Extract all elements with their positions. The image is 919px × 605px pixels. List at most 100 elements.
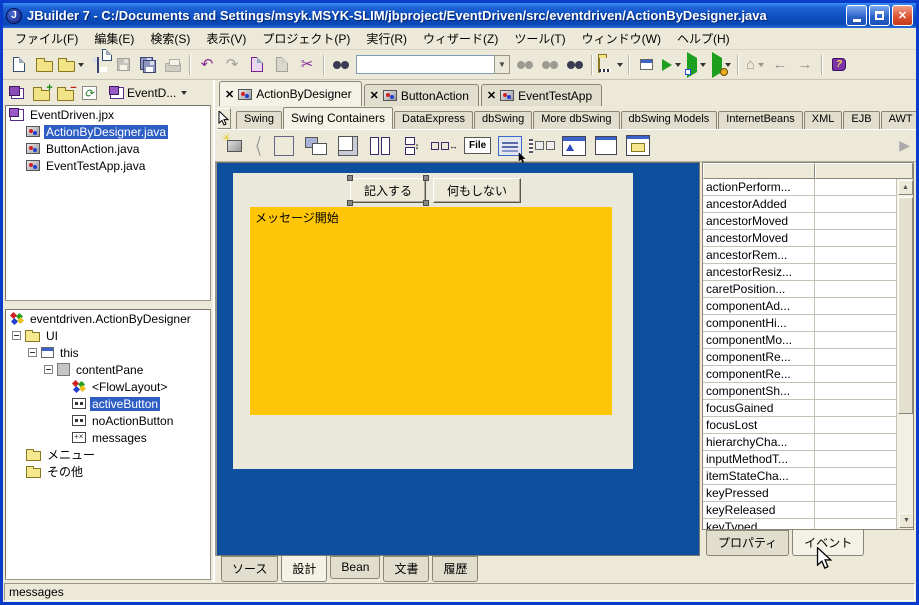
palette-item-panel[interactable] [271,133,297,159]
close-tab-icon[interactable]: ✕ [225,88,234,101]
structure-node-this[interactable]: this [6,344,210,361]
structure-node-class[interactable]: eventdriven.ActionByDesigner [6,310,210,327]
palette-tab-dbswing[interactable]: dbSwing [474,111,533,129]
menu-file[interactable]: ファイル(F) [7,28,86,49]
structure-node-ui[interactable]: UI [6,327,210,344]
event-row[interactable]: ancestorResiz... [703,264,913,281]
cut-button[interactable]: ✂ [295,53,319,77]
project-root-node[interactable]: EventDriven.jpx [6,106,210,123]
selection-tool-button[interactable] [217,108,231,129]
tab-properties[interactable]: プロパティ [706,530,790,556]
selection-handle[interactable] [423,175,429,181]
event-row[interactable]: hierarchyCha... [703,434,913,451]
search-input[interactable] [356,55,494,74]
palette-tab-more-dbswing[interactable]: More dbSwing [533,111,620,129]
event-row[interactable]: actionPerform... [703,179,913,196]
open-button[interactable] [32,53,56,77]
event-row[interactable]: focusGained [703,400,913,417]
palette-tab-awt[interactable]: AWT [880,111,916,129]
event-row[interactable]: componentMo... [703,332,913,349]
event-row[interactable]: componentSh... [703,383,913,400]
selection-handle[interactable] [347,200,353,206]
tab-source[interactable]: ソース [221,556,279,582]
find-next-button[interactable] [513,53,537,77]
copy-button[interactable] [245,53,269,77]
palette-item-toolbar[interactable] [497,133,526,163]
event-row[interactable]: ancestorRem... [703,247,913,264]
event-row[interactable]: ancestorAdded [703,196,913,213]
event-row[interactable]: caretPosition... [703,281,913,298]
expander-icon[interactable] [28,348,37,357]
maximize-button[interactable] [869,5,890,26]
event-row[interactable]: keyTyped [703,519,913,529]
optimize-button[interactable] [709,51,733,78]
event-table-scrollbar[interactable]: ▲ ▼ [896,179,913,529]
palette-item-color-chooser[interactable] [593,133,619,159]
make-project-button[interactable] [597,53,624,77]
palette-tab-internetbeans[interactable]: InternetBeans [718,111,803,129]
scroll-up-button[interactable]: ▲ [898,180,913,195]
expander-icon[interactable] [12,331,21,340]
event-row[interactable]: componentAd... [703,298,913,315]
event-row[interactable]: componentRe... [703,349,913,366]
event-value-column-header[interactable] [815,163,913,179]
palette-tab-xml[interactable]: XML [803,111,843,129]
event-row[interactable]: componentHi... [703,315,913,332]
close-tab-icon[interactable]: ✕ [487,89,496,102]
palette-item-split-pane[interactable] [367,133,393,159]
palette-item-scroll-pane[interactable] [335,133,361,159]
menu-project[interactable]: プロジェクト(P) [254,28,358,49]
reopen-dropdown-button[interactable] [57,53,85,77]
structure-node-flowlayout[interactable]: <FlowLayout> [6,378,210,395]
structure-node-activebutton[interactable]: activeButton [6,395,210,412]
find-in-path-button[interactable] [563,53,587,77]
project-selector[interactable]: EventD... [107,85,190,101]
designer-content-pane[interactable]: 記入する 何もしない メッセージ開始 [233,173,633,469]
find-button[interactable] [329,53,353,77]
remove-files-button[interactable] [55,82,77,103]
selection-handle[interactable] [347,175,353,181]
event-row[interactable]: keyReleased [703,502,913,519]
palette-tab-ejb[interactable]: EJB [843,111,880,129]
add-files-button[interactable] [31,82,53,103]
redo-button[interactable]: ↷ [220,53,244,77]
refresh-button[interactable]: ⟳ [79,83,99,103]
tree-node-eventtestapp[interactable]: EventTestApp.java [6,157,210,174]
save-button[interactable] [86,48,112,77]
event-name-column-header[interactable] [703,163,815,179]
event-row[interactable]: keyPressed [703,485,913,502]
forward-button[interactable]: → [793,53,817,77]
palette-tab-swing-containers[interactable]: Swing Containers [282,107,394,129]
close-project-button[interactable] [7,83,27,103]
event-row[interactable]: inputMethodT... [703,451,913,468]
back-button[interactable]: ← [768,53,792,77]
tab-bean[interactable]: Bean [330,556,381,579]
search-dropdown-button[interactable]: ▼ [494,55,510,74]
file-tab-actionbydesigner[interactable]: ✕ ActionByDesigner [219,81,362,106]
structure-node-messages[interactable]: messages [6,429,210,446]
structure-node-noactionbutton[interactable]: noActionButton [6,412,210,429]
menu-view[interactable]: 表示(V) [198,28,254,49]
selection-handle[interactable] [423,200,429,206]
run-button[interactable] [659,53,683,77]
menu-tools[interactable]: ツール(T) [506,28,573,49]
minimize-button[interactable] [846,5,867,26]
help-button[interactable]: ? [827,53,851,77]
palette-tab-dbswing-models[interactable]: dbSwing Models [620,111,718,129]
menu-window[interactable]: ウィンドウ(W) [574,28,669,49]
designer-canvas[interactable]: 記入する 何もしない メッセージ開始 [215,162,700,556]
debug-button[interactable] [684,51,708,78]
palette-item-tabbed-pane[interactable] [303,133,329,159]
palette-item-menu-bar[interactable]: File [464,133,492,159]
menu-help[interactable]: ヘルプ(H) [669,28,738,49]
designer-submit-button[interactable]: 記入する [347,175,429,206]
panel-splitter[interactable] [5,301,211,309]
close-tab-icon[interactable]: ✕ [370,89,379,102]
structure-node-contentpane[interactable]: contentPane [6,361,210,378]
title-bar[interactable]: J JBuilder 7 - C:/Documents and Settings… [3,3,916,28]
print-button[interactable] [161,53,185,77]
event-row[interactable]: ancestorMoved [703,213,913,230]
undo-button[interactable]: ↶ [195,53,219,77]
save-file-button[interactable] [111,53,135,77]
palette-tab-dataexpress[interactable]: DataExpress [394,111,474,129]
